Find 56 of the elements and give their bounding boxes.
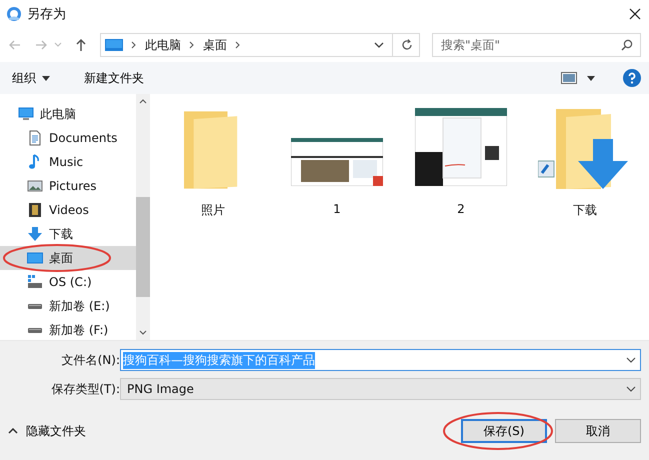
help-icon[interactable]: [623, 69, 641, 87]
window-title: 另存为: [27, 6, 66, 23]
sidebar-item[interactable]: 桌面: [0, 246, 136, 270]
hide-folders-button[interactable]: 隐藏文件夹: [0, 422, 92, 440]
sidebar-item[interactable]: 新加卷 (F:): [0, 318, 136, 342]
close-icon[interactable]: [629, 8, 641, 20]
file-item[interactable]: 下载: [542, 108, 628, 340]
organize-button[interactable]: 组织: [6, 68, 56, 88]
chevron-icon: [131, 41, 137, 49]
scrollbar[interactable]: [136, 94, 150, 340]
file-item[interactable]: 2: [418, 108, 504, 340]
film-icon: [27, 202, 43, 218]
search-icon: [621, 39, 633, 51]
scroll-up-icon[interactable]: [139, 98, 147, 104]
scroll-down-icon[interactable]: [139, 330, 147, 336]
dialog-button[interactable]: 保存(S): [461, 419, 547, 443]
up-arrow-icon[interactable]: [74, 38, 88, 52]
sidebar-item[interactable]: 此电脑: [0, 102, 136, 126]
desktop-icon: [105, 39, 123, 51]
caret-icon[interactable]: [587, 76, 595, 80]
app-logo-icon: [6, 6, 22, 22]
chevron-icon: [189, 41, 195, 49]
drive-icon: [27, 274, 43, 290]
dropdown-caret-icon: [626, 386, 636, 392]
dropdown-caret-icon[interactable]: [374, 42, 384, 48]
sidebar-item[interactable]: Documents: [0, 126, 136, 150]
search-field[interactable]: 搜索"桌面": [432, 33, 641, 57]
document-icon: [27, 130, 43, 146]
caret-icon: [42, 76, 50, 80]
caret-up-icon: [8, 428, 18, 434]
chevron-icon: [235, 41, 241, 49]
sidebar-item[interactable]: Music: [0, 150, 136, 174]
sidebar-item[interactable]: 下载: [0, 222, 136, 246]
new-folder-button[interactable]: 新建文件夹: [78, 68, 150, 88]
sidebar-item[interactable]: Pictures: [0, 174, 136, 198]
dropdown-caret-icon: [626, 357, 636, 363]
sidebar-item[interactable]: 新加卷 (E:): [0, 294, 136, 318]
picture-icon: [27, 178, 43, 194]
field-label: 文件名(N):: [60, 352, 120, 368]
dialog-button[interactable]: 取消: [555, 419, 641, 443]
computer-icon: [18, 106, 34, 122]
file-type-dropdown[interactable]: PNG Image: [120, 378, 641, 400]
view-icon[interactable]: [561, 72, 577, 84]
desktop-icon: [27, 250, 43, 266]
file-item[interactable]: 1: [294, 108, 380, 340]
breadcrumb[interactable]: 此电脑: [145, 36, 181, 54]
field-label: 保存类型(T):: [50, 380, 120, 398]
address-bar[interactable]: 此电脑 桌面: [100, 33, 420, 57]
refresh-icon[interactable]: [401, 39, 413, 51]
sidebar-item[interactable]: OS (C:): [0, 270, 136, 294]
drive-icon: [28, 328, 42, 332]
down-arrow-icon: [27, 226, 43, 242]
breadcrumb[interactable]: 桌面: [203, 36, 227, 54]
drive-icon: [28, 304, 42, 308]
file-item[interactable]: 照片: [170, 108, 256, 340]
sidebar-item[interactable]: Videos: [0, 198, 136, 222]
